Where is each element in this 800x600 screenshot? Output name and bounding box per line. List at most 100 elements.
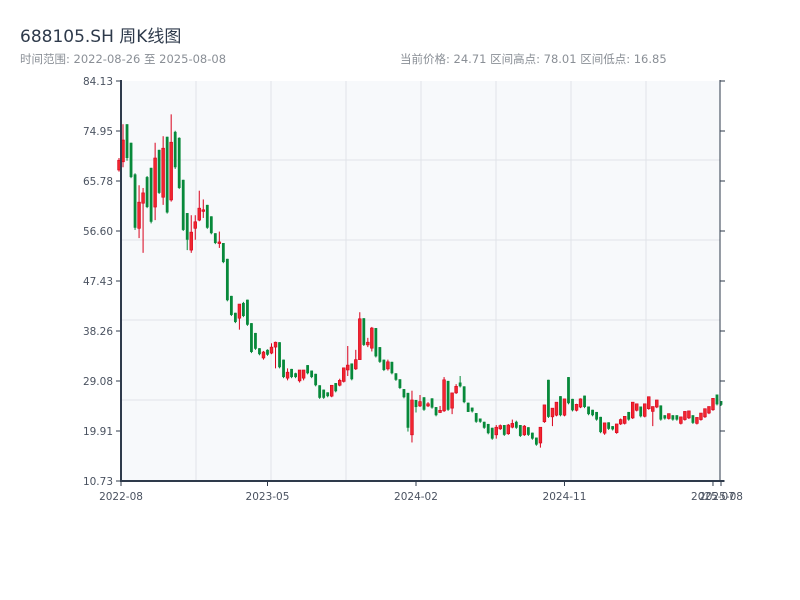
candle-body (550, 407, 555, 418)
candle-down (209, 216, 213, 235)
candle-body (169, 141, 173, 201)
candle-body (470, 407, 474, 412)
candle-down (559, 396, 562, 417)
candle-down (378, 347, 382, 363)
candle-body (591, 409, 594, 416)
candle-body (534, 437, 538, 445)
candle-body (578, 398, 583, 408)
candle-down (306, 365, 310, 375)
candle-up (117, 158, 121, 172)
candle-down (402, 389, 406, 399)
candle-body (687, 410, 691, 419)
candle-body (338, 380, 342, 386)
candle-body (285, 371, 290, 379)
candle-up (622, 416, 627, 425)
candle-body (554, 401, 559, 416)
x-tick-label: 2023-05 (246, 491, 290, 503)
candle-body (193, 221, 197, 229)
candle-body (149, 167, 153, 222)
candle-body (583, 395, 586, 408)
candle-up (683, 411, 687, 421)
candle-down (502, 425, 506, 436)
candle-body (715, 394, 719, 405)
candle-body (514, 421, 518, 428)
candle-body (246, 299, 249, 325)
candle-down (382, 359, 386, 372)
candle-down (165, 136, 169, 214)
candle-body (378, 347, 382, 362)
candle-body (358, 318, 362, 360)
candle-body (434, 407, 438, 416)
candle-up (506, 423, 510, 435)
candle-body (707, 406, 711, 414)
candle-body (651, 406, 655, 412)
candle-body (510, 423, 515, 428)
candle-down (181, 179, 185, 232)
candle-body (201, 209, 205, 212)
y-tick-label: 84.13 (83, 76, 113, 88)
candle-up (574, 403, 579, 412)
y-tick-label: 65.78 (83, 176, 113, 188)
candle-body (522, 425, 527, 436)
candle-body (647, 396, 651, 409)
candle-body (618, 419, 623, 425)
candle-body (494, 426, 498, 436)
candle-body (571, 398, 574, 411)
candle-body (269, 346, 274, 354)
candle-body (442, 379, 446, 412)
candle-body (691, 415, 695, 423)
candle-body (266, 349, 269, 355)
candle-body (450, 392, 454, 409)
candle-body (197, 207, 201, 221)
candle-body (322, 389, 326, 398)
candle-down (205, 204, 209, 229)
candle-body (121, 139, 125, 163)
candle-body (233, 312, 237, 323)
candle-up (687, 410, 691, 420)
candle-down (125, 124, 129, 161)
candle-body (354, 359, 358, 370)
candle-down (133, 173, 137, 230)
candle-down (129, 142, 133, 179)
candle-up (614, 423, 619, 434)
candle-down (518, 425, 522, 438)
y-tick-label: 74.95 (83, 126, 113, 138)
candle-body (125, 124, 129, 159)
candle-body (225, 258, 229, 301)
candle-down (434, 407, 438, 417)
candle-body (290, 368, 293, 378)
candle-body (297, 369, 302, 382)
candle-up (695, 417, 699, 425)
candle-up (330, 384, 334, 398)
candle-body (614, 423, 619, 433)
candle-down (639, 406, 643, 418)
candle-down (430, 398, 434, 409)
y-tick-label: 47.43 (83, 276, 113, 288)
candle-body (386, 361, 390, 370)
candle-down (394, 373, 398, 381)
candle-body (567, 377, 570, 404)
candle-body (346, 364, 350, 371)
candle-up (703, 408, 707, 418)
candle-down (145, 175, 149, 209)
candle-body (699, 412, 703, 420)
candle-down (659, 405, 663, 421)
candle-down (318, 385, 322, 399)
candle-down (607, 422, 611, 430)
candle-body (350, 363, 354, 380)
candle-body (498, 425, 502, 430)
candle-body (390, 361, 394, 374)
y-tick-label: 19.91 (83, 426, 113, 438)
candle-down (282, 359, 285, 379)
y-tick-label: 29.08 (83, 376, 113, 388)
candle-body (398, 379, 402, 388)
candle-body (518, 425, 522, 436)
candle-body (711, 398, 715, 411)
candle-down (490, 427, 494, 440)
candle-up (699, 412, 703, 421)
candle-down (322, 389, 326, 399)
candle-down (486, 423, 490, 435)
candle-body (314, 373, 318, 386)
candle-body (318, 385, 322, 398)
candle-body (185, 213, 189, 240)
